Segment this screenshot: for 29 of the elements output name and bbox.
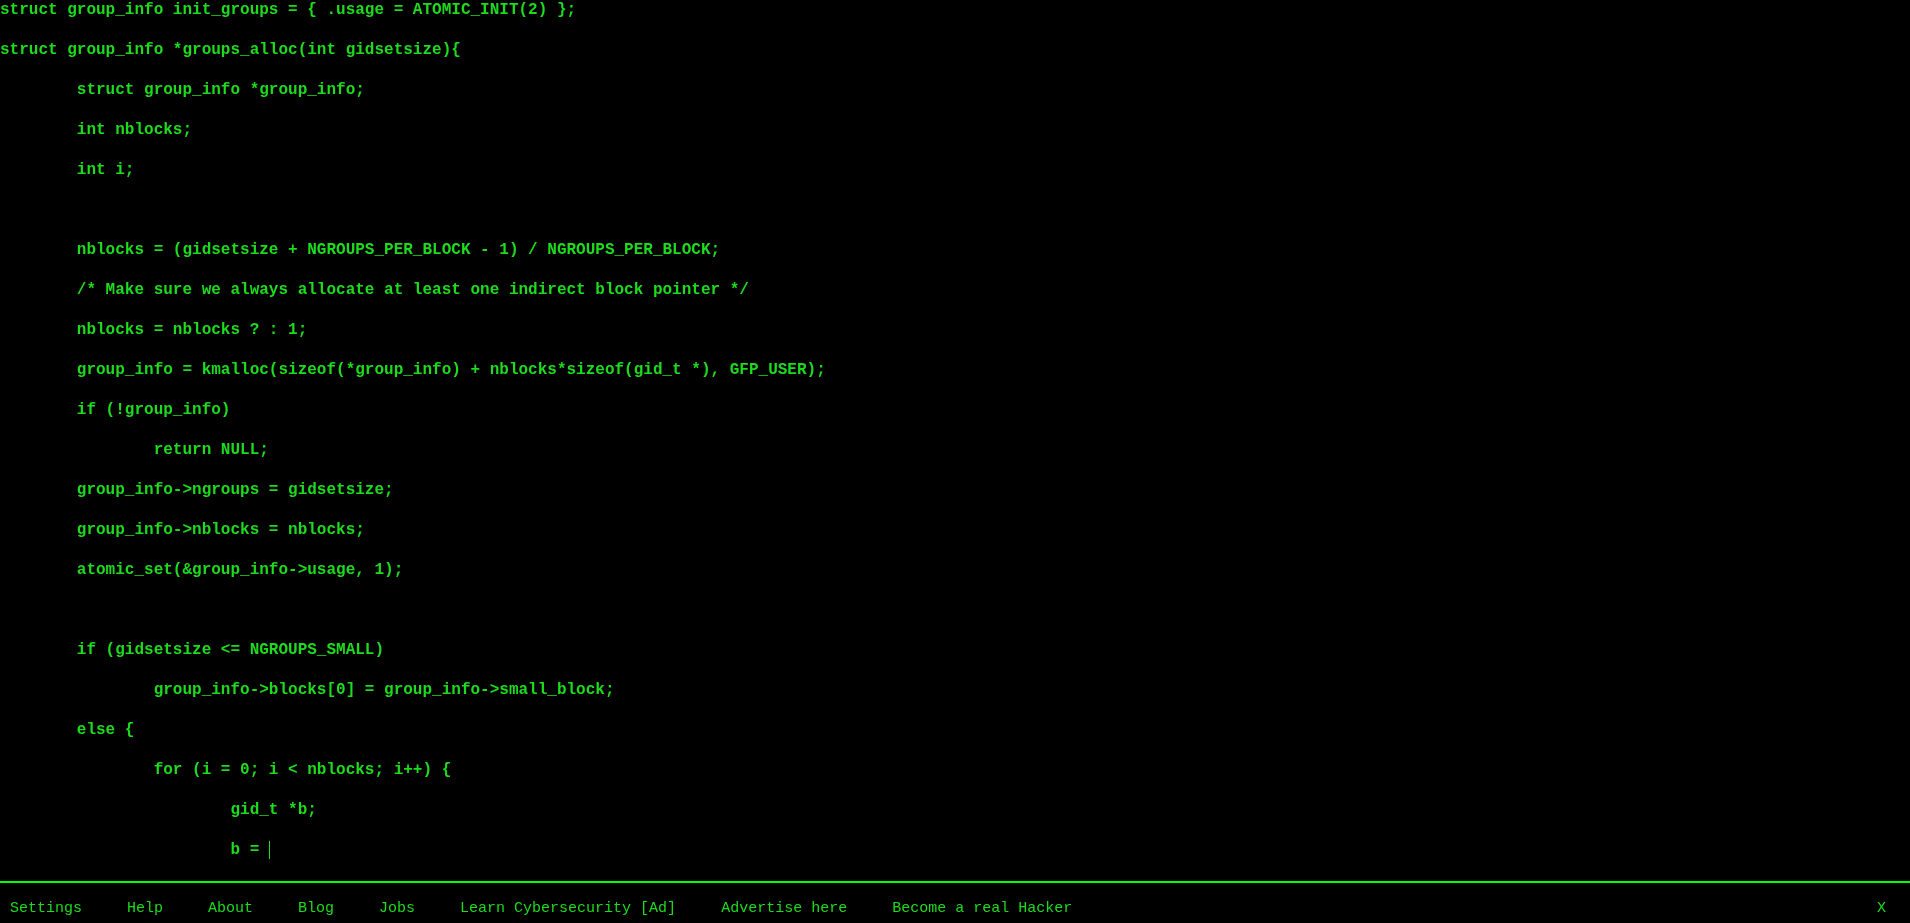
code-line: group_info->blocks[0] = group_info->small_block;	[152, 680, 615, 700]
menu-link[interactable]: Advertise here	[721, 897, 848, 921]
menu-link[interactable]: Learn Cybersecurity [Ad]	[460, 897, 677, 921]
code-line: /* Make sure we always allocate at least one indirect block pointer */	[75, 280, 749, 300]
code-line: struct group_info *group_info;	[75, 80, 365, 100]
code-line: else {	[75, 720, 135, 740]
close-button[interactable]: X	[1877, 897, 1886, 921]
code-line: int nblocks;	[75, 120, 193, 140]
code-line: gid_t *b;	[229, 800, 317, 820]
menu-link[interactable]: Become a real Hacker	[892, 897, 1073, 921]
code-line: nblocks = nblocks ? : 1;	[75, 320, 308, 340]
menu-link[interactable]: Blog	[298, 897, 335, 921]
code-line: group_info = kmalloc(sizeof(*group_info) + nblocks*sizeof(gid_t *), GFP_USER);	[75, 360, 826, 380]
menu-link[interactable]: About	[208, 897, 254, 921]
menu-link[interactable]: Settings	[10, 897, 82, 921]
code-line: if (gidsetsize <= NGROUPS_SMALL)	[75, 640, 385, 660]
code-line: return NULL;	[152, 440, 269, 460]
code-line: atomic_set(&group_info->usage, 1);	[75, 560, 404, 580]
code-line: int i;	[75, 160, 135, 180]
code-line: group_info->nblocks = nblocks;	[75, 520, 365, 540]
menu-link[interactable]: Jobs	[379, 897, 416, 921]
code-line: struct group_info init_groups = { .usage = ATOMIC_INIT(2) };	[0, 0, 577, 20]
code-line: struct group_info *groups_alloc(int gidsetsize){	[0, 40, 461, 60]
code-line: nblocks = (gidsetsize + NGROUPS_PER_BLOCK - 1) / NGROUPS_PER_BLOCK;	[75, 240, 721, 260]
code-line: group_info->ngroups = gidsetsize;	[75, 480, 394, 500]
menu-link[interactable]: Help	[127, 897, 164, 921]
code-line: if (!group_info)	[75, 400, 231, 420]
code-line: b =	[229, 840, 261, 860]
code-line: for (i = 0; i < nblocks; i++) {	[152, 760, 452, 780]
